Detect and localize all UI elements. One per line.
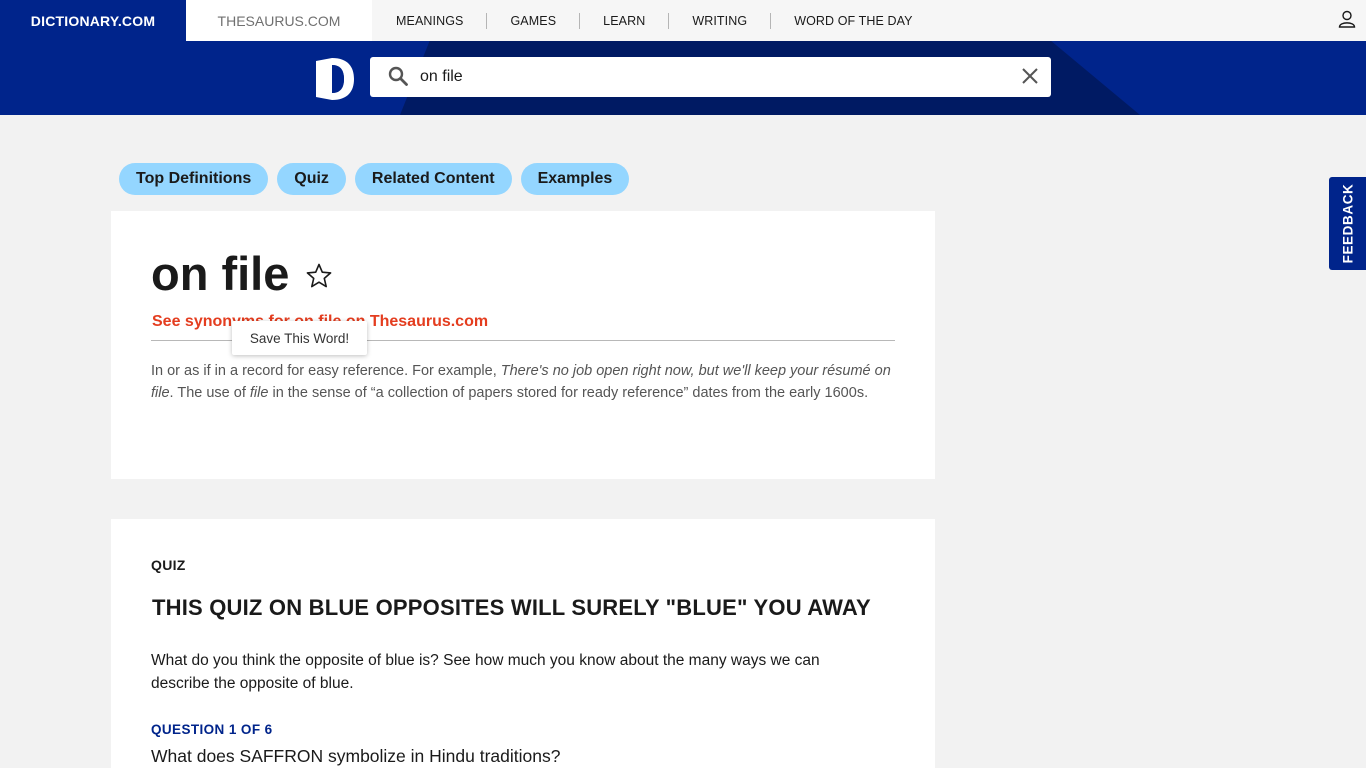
feedback-label: FEEDBACK bbox=[1340, 183, 1355, 264]
dictionary-tab[interactable]: DICTIONARY.COM bbox=[0, 0, 186, 41]
pill-quiz[interactable]: Quiz bbox=[277, 163, 346, 195]
definition-text: In or as if in a record for easy referen… bbox=[151, 363, 891, 401]
quiz-card: QUIZ THIS QUIZ ON BLUE OPPOSITES WILL SU… bbox=[111, 519, 935, 768]
nav-link-meanings[interactable]: MEANINGS bbox=[396, 12, 488, 29]
question-number: QUESTION 1 OF 6 bbox=[151, 722, 273, 737]
search-band bbox=[0, 41, 1366, 115]
quiz-description: What do you think the opposite of blue i… bbox=[151, 652, 820, 692]
section-pills: Top Definitions Quiz Related Content Exa… bbox=[119, 163, 630, 195]
definition-term: file bbox=[249, 385, 269, 401]
search-input[interactable] bbox=[420, 57, 1000, 97]
pill-examples[interactable]: Examples bbox=[520, 163, 630, 195]
nav-links: MEANINGS GAMES LEARN WRITING WORD OF THE… bbox=[372, 0, 1366, 41]
thesaurus-tab[interactable]: THESAURUS.COM bbox=[186, 0, 372, 41]
save-word-tooltip: Save This Word! bbox=[232, 321, 367, 355]
search-box bbox=[370, 57, 1051, 97]
user-icon[interactable] bbox=[1338, 10, 1356, 28]
close-icon[interactable] bbox=[1021, 67, 1039, 85]
top-nav: DICTIONARY.COM THESAURUS.COM MEANINGS GA… bbox=[0, 0, 1366, 41]
question-text: What does SAFFRON symbolize in Hindu tra… bbox=[151, 746, 561, 766]
nav-link-writing[interactable]: WRITING bbox=[669, 12, 772, 29]
nav-link-word-of-the-day[interactable]: WORD OF THE DAY bbox=[771, 13, 935, 29]
search-icon[interactable] bbox=[388, 66, 408, 86]
dictionary-logo-icon[interactable] bbox=[314, 57, 354, 101]
nav-link-games[interactable]: GAMES bbox=[487, 12, 581, 29]
definition-card: on file See synonyms for on file on Thes… bbox=[111, 211, 935, 479]
quiz-title[interactable]: THIS QUIZ ON BLUE OPPOSITES WILL SURELY … bbox=[152, 594, 882, 621]
feedback-tab[interactable]: FEEDBACK bbox=[1329, 177, 1366, 270]
pill-top-definitions[interactable]: Top Definitions bbox=[119, 163, 269, 195]
nav-link-learn[interactable]: LEARN bbox=[580, 12, 670, 29]
headword: on file bbox=[151, 247, 290, 300]
quiz-label: QUIZ bbox=[151, 557, 186, 573]
star-icon[interactable] bbox=[305, 262, 333, 290]
pill-related-content[interactable]: Related Content bbox=[354, 163, 512, 195]
